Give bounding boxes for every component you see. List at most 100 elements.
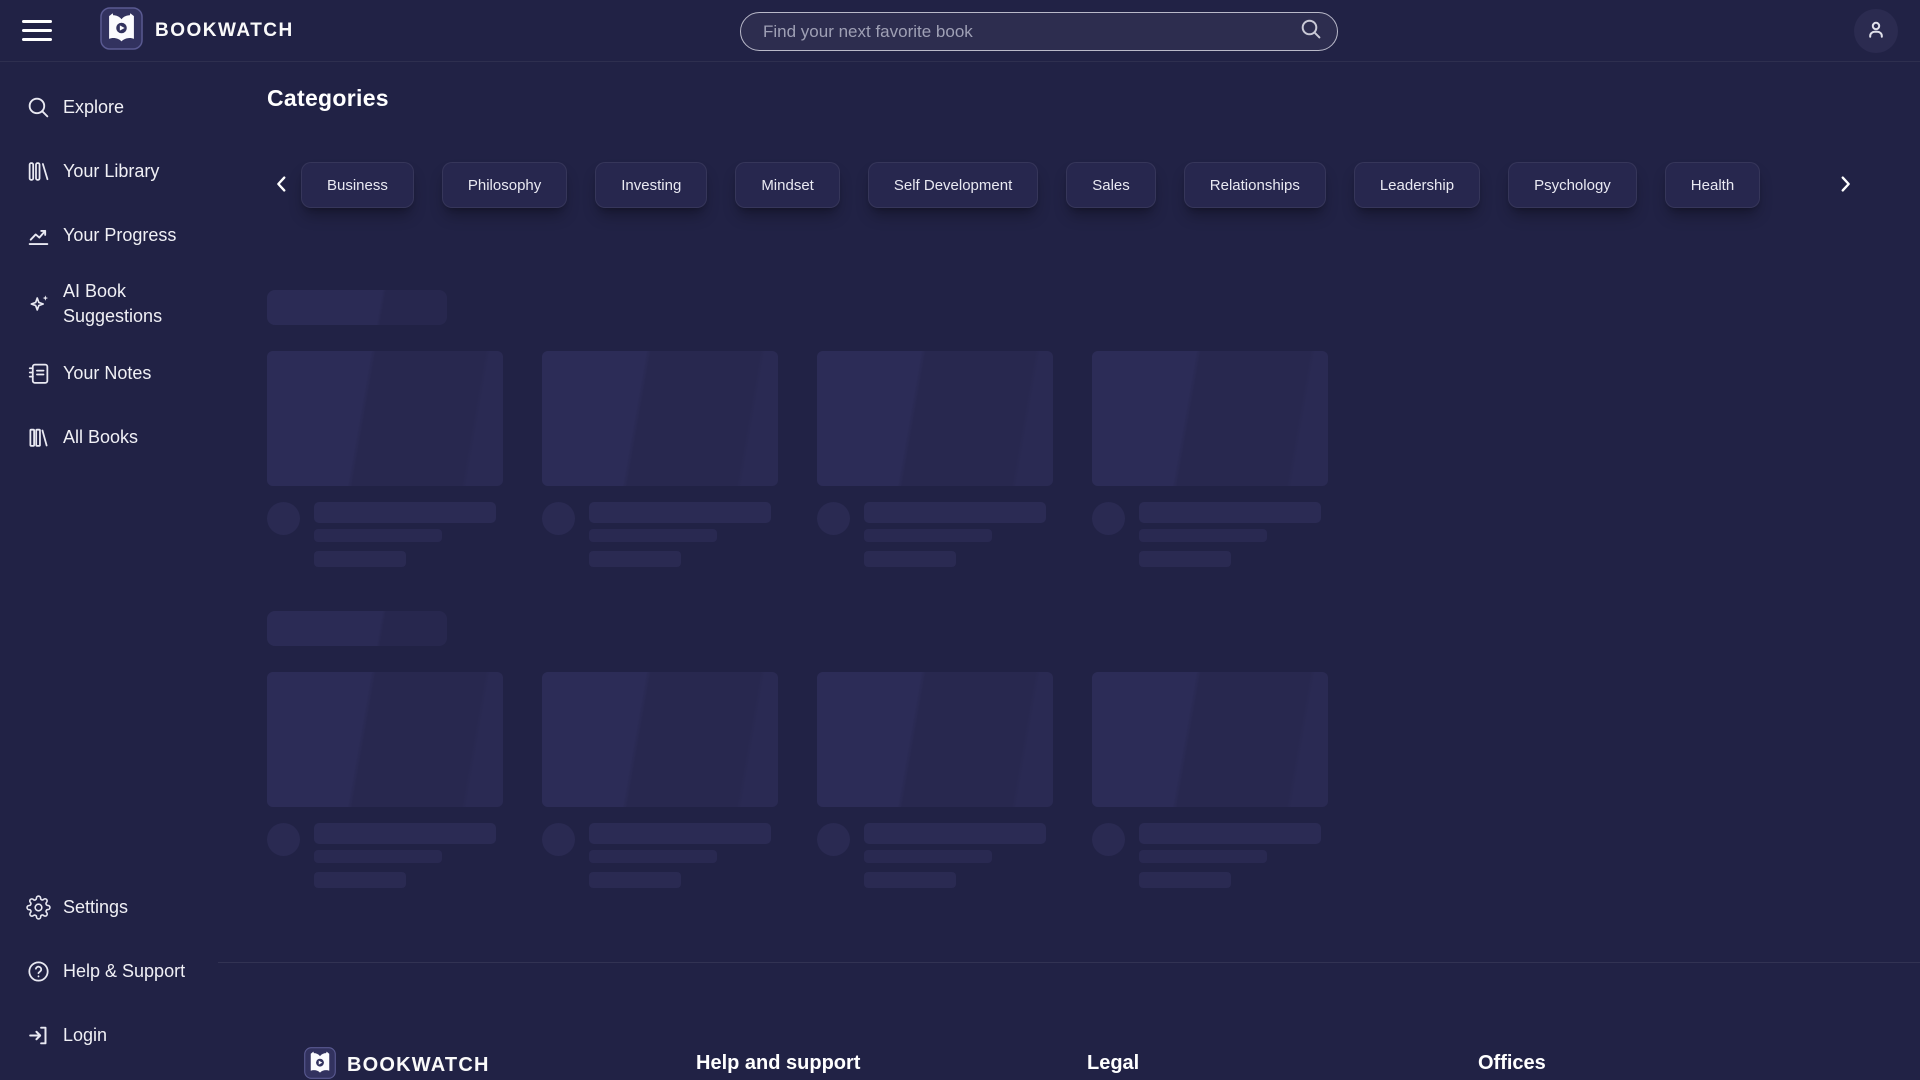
sidebar-item-all-books[interactable]: All Books — [0, 415, 218, 459]
footer-inner: BOOKWATCH Help and support Legal Offices — [218, 963, 1920, 1079]
book-card-skeleton — [817, 672, 1053, 888]
author-avatar-skeleton — [542, 502, 575, 535]
subtitle-line-skeleton — [864, 529, 992, 542]
page-footer: BOOKWATCH Help and support Legal Offices — [218, 962, 1920, 1079]
page-title: Categories — [267, 85, 1920, 112]
book-thumbnail-skeleton — [267, 351, 503, 486]
chevron-right-icon — [1834, 173, 1856, 198]
category-chip-relationships[interactable]: Relationships — [1184, 162, 1326, 208]
category-chip-mindset[interactable]: Mindset — [735, 162, 840, 208]
subtitle-line-skeleton — [1139, 529, 1267, 542]
book-thumbnail-skeleton — [542, 351, 778, 486]
sidebar-item-settings[interactable]: Settings — [0, 885, 218, 929]
bookwatch-logo-icon — [304, 1047, 336, 1079]
hamburger-icon — [22, 20, 52, 23]
category-chip-self-development[interactable]: Self Development — [868, 162, 1038, 208]
book-thumbnail-skeleton — [1092, 672, 1328, 807]
notes-icon — [25, 360, 51, 386]
footer-brand-logo[interactable]: BOOKWATCH — [304, 1047, 696, 1079]
gear-icon — [25, 894, 51, 920]
subtitle-line-skeleton — [314, 850, 442, 863]
title-line-skeleton — [314, 823, 496, 844]
book-thumbnail-skeleton — [542, 672, 778, 807]
author-avatar-skeleton — [267, 502, 300, 535]
meta-line-skeleton — [314, 872, 406, 888]
book-card-skeleton — [267, 672, 503, 888]
category-chip-business[interactable]: Business — [301, 162, 414, 208]
carousel-right-button[interactable] — [1830, 165, 1860, 205]
section-title-skeleton — [267, 290, 447, 325]
footer-column-legal: Legal — [1087, 1047, 1478, 1075]
sidebar-item-your-notes[interactable]: Your Notes — [0, 351, 218, 395]
category-chip-sales[interactable]: Sales — [1066, 162, 1156, 208]
sidebar-item-your-progress[interactable]: Your Progress — [0, 213, 218, 257]
author-avatar-skeleton — [1092, 823, 1125, 856]
meta-line-skeleton — [589, 872, 681, 888]
title-line-skeleton — [864, 823, 1046, 844]
footer-heading-legal: Legal — [1087, 1052, 1478, 1075]
sidebar-item-explore[interactable]: Explore — [0, 85, 218, 129]
brand-logo[interactable]: BOOKWATCH — [100, 7, 294, 55]
title-line-skeleton — [1139, 502, 1321, 523]
category-chip-health[interactable]: Health — [1665, 162, 1760, 208]
sidebar-item-help-support[interactable]: Help & Support — [0, 949, 218, 993]
meta-line-skeleton — [1139, 551, 1231, 567]
library-icon — [25, 158, 51, 184]
category-chip-leadership[interactable]: Leadership — [1354, 162, 1480, 208]
meta-line-skeleton — [864, 551, 956, 567]
hamburger-menu-button[interactable] — [22, 16, 56, 46]
meta-line-skeleton — [864, 872, 956, 888]
brand-name: BOOKWATCH — [155, 20, 294, 42]
book-thumbnail-skeleton — [817, 672, 1053, 807]
search-icon — [25, 94, 51, 120]
sidebar-item-login[interactable]: Login — [0, 1013, 218, 1057]
footer-column-help: Help and support — [696, 1047, 1087, 1075]
footer-heading-offices: Offices — [1478, 1052, 1869, 1075]
subtitle-line-skeleton — [864, 850, 992, 863]
title-line-skeleton — [864, 502, 1046, 523]
category-carousel: Business Philosophy Investing Mindset Self D… — [267, 162, 1920, 208]
search-icon[interactable] — [1299, 17, 1323, 46]
book-card-skeleton — [542, 672, 778, 888]
progress-icon — [25, 222, 51, 248]
category-chip-investing[interactable]: Investing — [595, 162, 707, 208]
subtitle-line-skeleton — [589, 850, 717, 863]
footer-column-offices: Offices — [1478, 1047, 1869, 1075]
section-title-skeleton — [267, 611, 447, 646]
sidebar: Explore Your Library Your Progress AI Book … — [0, 62, 218, 1080]
body-row: Explore Your Library Your Progress AI Book … — [0, 62, 1920, 1080]
subtitle-line-skeleton — [314, 529, 442, 542]
sidebar-item-ai-book-suggestions[interactable]: AI Book Suggestions — [0, 277, 218, 331]
bookwatch-logo-icon — [100, 7, 143, 55]
chevron-left-icon — [271, 173, 293, 198]
author-avatar-skeleton — [1092, 502, 1125, 535]
help-icon — [25, 958, 51, 984]
login-icon — [25, 1022, 51, 1048]
user-icon — [1864, 18, 1888, 45]
book-thumbnail-skeleton — [267, 672, 503, 807]
subtitle-line-skeleton — [1139, 850, 1267, 863]
title-line-skeleton — [589, 823, 771, 844]
book-card-skeleton — [542, 351, 778, 567]
book-card-skeleton — [1092, 351, 1328, 567]
meta-line-skeleton — [1139, 872, 1231, 888]
carousel-left-button[interactable] — [267, 165, 297, 205]
main-content: Categories Business Philosophy Investing Mi… — [218, 62, 1920, 1080]
title-line-skeleton — [1139, 823, 1321, 844]
category-chip-philosophy[interactable]: Philosophy — [442, 162, 567, 208]
search-bar[interactable] — [740, 12, 1338, 51]
search-input[interactable] — [763, 22, 1299, 42]
user-avatar-button[interactable] — [1854, 9, 1898, 53]
book-card-skeleton — [1092, 672, 1328, 888]
author-avatar-skeleton — [817, 502, 850, 535]
author-avatar-skeleton — [542, 823, 575, 856]
sparkles-icon — [25, 291, 51, 317]
sidebar-item-your-library[interactable]: Your Library — [0, 149, 218, 193]
author-avatar-skeleton — [267, 823, 300, 856]
sidebar-nav: Explore Your Library Your Progress AI Book … — [0, 85, 218, 459]
meta-line-skeleton — [589, 551, 681, 567]
sidebar-bottom-nav: Settings Help & Support Login — [0, 885, 218, 1057]
meta-line-skeleton — [314, 551, 406, 567]
category-chip-psychology[interactable]: Psychology — [1508, 162, 1637, 208]
loading-sections — [267, 290, 1920, 888]
